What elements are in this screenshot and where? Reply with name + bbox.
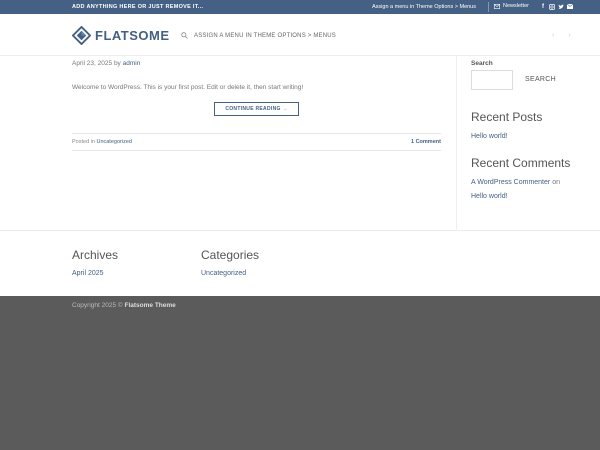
continue-reading-button[interactable]: CONTINUE READING → (214, 102, 299, 116)
copyright-text: Copyright 2025 © (72, 302, 123, 309)
site-header: FLATSOME ASSIGN A MENU IN THEME OPTIONS … (0, 14, 600, 56)
post-category-link[interactable]: Uncategorized (96, 139, 131, 145)
post-meta: April 23, 2025 by admin (72, 60, 140, 67)
post-by: by (113, 60, 121, 67)
instagram-icon[interactable] (549, 3, 555, 10)
logo-text: FLATSOME (95, 28, 170, 43)
header-arrows: ‹ › (552, 32, 571, 39)
chevron-right-icon[interactable]: › (568, 32, 570, 39)
email-icon[interactable] (567, 3, 573, 10)
search-input[interactable] (471, 70, 513, 90)
nav-menu-link[interactable]: ASSIGN A MENU IN THEME OPTIONS > MENUS (194, 33, 336, 39)
categories-title: Categories (201, 248, 260, 262)
main-content: April 23, 2025 by admin Welcome to WordP… (0, 56, 600, 230)
twitter-icon[interactable] (558, 3, 564, 10)
archives-title: Archives (72, 248, 119, 262)
divider (72, 133, 441, 134)
copyright: Copyright 2025 © Flatsome Theme (72, 302, 176, 309)
divider (72, 150, 441, 151)
post-author[interactable]: admin (123, 60, 141, 67)
recent-post-link[interactable]: Hello world! (471, 133, 508, 140)
recent-comment: A WordPress Commenter on (471, 179, 560, 186)
posted-in-label: Posted in (72, 139, 95, 145)
newsletter-link[interactable]: Newsletter (494, 3, 529, 9)
envelope-icon (494, 3, 500, 9)
sidebar-divider (456, 56, 457, 230)
facebook-icon[interactable]: f (540, 3, 546, 10)
social-icons: f (540, 3, 573, 10)
top-bar-text: ADD ANYTHING HERE OR JUST REMOVE IT... (72, 4, 204, 10)
search-widget-title: Search (471, 60, 493, 67)
archive-link[interactable]: April 2025 (72, 270, 104, 277)
post-date[interactable]: April 23, 2025 (72, 60, 112, 67)
comment-on-label: on (552, 179, 560, 186)
recent-comments-title: Recent Comments (471, 156, 571, 170)
category-link[interactable]: Uncategorized (201, 270, 246, 277)
comment-post-link[interactable]: Hello world! (471, 193, 508, 200)
footer-widgets: Archives April 2025 Categories Uncategor… (0, 230, 600, 296)
main-nav: ASSIGN A MENU IN THEME OPTIONS > MENUS (181, 32, 336, 39)
post-categories: Posted in Uncategorized (72, 139, 132, 145)
top-bar: ADD ANYTHING HERE OR JUST REMOVE IT... A… (0, 0, 600, 14)
newsletter-label: Newsletter (503, 3, 529, 9)
search-button[interactable]: SEARCH (525, 76, 556, 83)
post-excerpt: Welcome to WordPress. This is your first… (72, 84, 304, 91)
search-icon[interactable] (181, 32, 188, 39)
recent-posts-title: Recent Posts (471, 110, 543, 124)
top-bar-divider (488, 2, 489, 12)
comment-author-link[interactable]: A WordPress Commenter (471, 179, 550, 186)
top-bar-menu-link[interactable]: Assign a menu in Theme Options > Menus (372, 4, 476, 10)
comments-link[interactable]: 1 Comment (411, 139, 441, 145)
copyright-brand: Flatsome Theme (124, 302, 176, 309)
flatsome-logo-icon (72, 26, 91, 45)
site-logo[interactable]: FLATSOME (72, 26, 170, 45)
chevron-left-icon[interactable]: ‹ (552, 32, 554, 39)
